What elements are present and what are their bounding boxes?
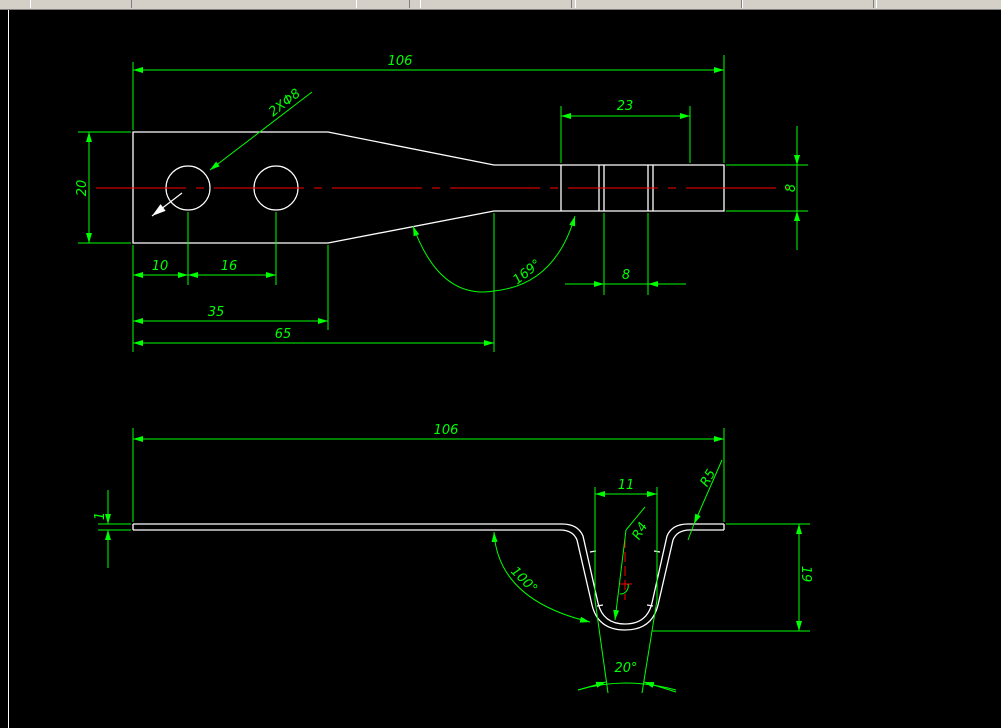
hole-leader: [209, 91, 313, 171]
dim-text-106-side: 106: [434, 423, 459, 438]
dim-text-1: 1: [93, 512, 108, 520]
dim-text-65: 65: [275, 327, 292, 342]
dim-text-r4: R4: [630, 520, 652, 542]
hole-leader-inner: [151, 192, 183, 217]
dim-text-106-top: 106: [388, 54, 413, 69]
dim-text-16: 16: [221, 259, 238, 274]
dim-text-19: 19: [798, 566, 813, 583]
dim-text-11: 11: [618, 478, 635, 493]
side-view: 106 11 1 R5 R4 100° 19 20°: [93, 423, 813, 694]
leader-r5-b: [687, 523, 695, 541]
profile-bottom: [133, 529, 724, 631]
angle-arc-100: [491, 531, 591, 623]
dim-text-20: 20: [75, 180, 90, 197]
dim-text-35: 35: [208, 305, 225, 320]
dim-text-r5: R5: [698, 467, 720, 489]
dim-text-20-angle: 20°: [614, 661, 637, 676]
dim-text-8-slot: 8: [622, 268, 630, 283]
leader-r4-b: [613, 529, 627, 621]
cad-drawing[interactable]: 106 23 2XΦ8 20 8 10 16 35 65 169° 8 106 …: [0, 0, 1001, 728]
angle-arc-20: [577, 682, 677, 691]
dim-text-169: 169°: [510, 257, 544, 288]
top-view: 106 23 2XΦ8 20 8 10 16 35 65 169° 8: [75, 54, 808, 352]
dim-text-23: 23: [617, 99, 634, 114]
dim-text-8-right: 8: [784, 184, 799, 192]
dim-text-10: 10: [152, 259, 169, 274]
